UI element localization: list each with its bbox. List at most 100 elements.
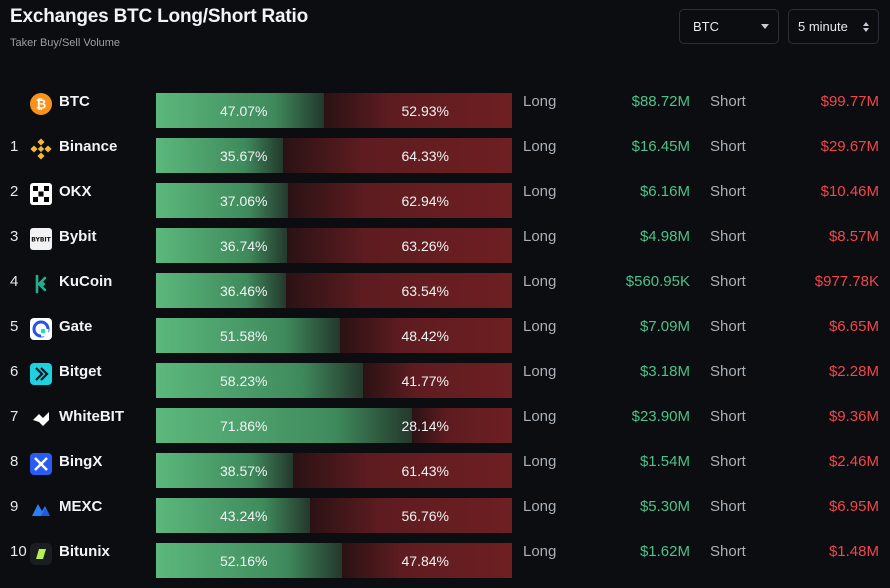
- long-label: Long: [523, 273, 557, 290]
- exchange-name: Binance: [59, 138, 118, 155]
- short-bar: 56.76%: [310, 498, 512, 533]
- short-bar: 48.42%: [340, 318, 512, 353]
- short-volume: $10.46M: [820, 183, 879, 200]
- ratio-bar: 37.06% 62.94%: [156, 183, 512, 218]
- ratio-bar: 36.74% 63.26%: [156, 228, 512, 263]
- gate-icon: [30, 318, 52, 340]
- exchange-row: 4 KuCoin 36.46% 63.54% Long $560.95K Short $977…: [0, 268, 890, 313]
- short-percent: 47.84%: [401, 552, 449, 569]
- bitget-icon: [30, 363, 52, 385]
- long-volume: $1.62M: [639, 543, 690, 560]
- ratio-bar: 38.57% 61.43%: [156, 453, 512, 488]
- mexc-icon: [30, 498, 52, 520]
- symbol-select[interactable]: BTC: [679, 9, 779, 44]
- long-percent: 71.86%: [220, 417, 268, 434]
- long-bar: 43.24%: [156, 498, 310, 533]
- long-bar: 38.57%: [156, 453, 293, 488]
- exchange-name: BingX: [59, 453, 103, 470]
- short-percent: 62.94%: [401, 192, 449, 209]
- short-label: Short: [710, 93, 746, 110]
- symbol-select-value: BTC: [693, 19, 719, 34]
- long-percent: 36.46%: [220, 282, 268, 299]
- short-bar: 28.14%: [402, 408, 512, 443]
- short-percent: 52.93%: [401, 102, 449, 119]
- short-label: Short: [710, 138, 746, 155]
- long-volume: $6.16M: [639, 183, 690, 200]
- short-percent: 61.43%: [401, 462, 449, 479]
- exchange-name: MEXC: [59, 498, 103, 515]
- long-percent: 35.67%: [220, 147, 268, 164]
- short-bar: 41.77%: [363, 363, 512, 398]
- short-label: Short: [710, 273, 746, 290]
- long-percent: 36.74%: [220, 237, 268, 254]
- long-volume: $88.72M: [631, 93, 690, 110]
- btc-icon: ₿: [30, 93, 52, 115]
- short-percent: 28.14%: [401, 417, 449, 434]
- long-volume: $1.54M: [639, 453, 690, 470]
- row-rank: 7: [10, 408, 19, 425]
- row-rank: 9: [10, 498, 19, 515]
- short-label: Short: [710, 543, 746, 560]
- ratio-bar: 58.23% 41.77%: [156, 363, 512, 398]
- exchange-list: ₿ BTC 47.07% 52.93% Long $88.72M Short $99.77M 1…: [0, 88, 890, 583]
- row-rank: 6: [10, 363, 19, 380]
- exchange-name: Gate: [59, 318, 93, 335]
- binance-icon: [30, 138, 52, 160]
- row-rank: 3: [10, 228, 19, 245]
- exchange-row: 9 MEXC 43.24% 56.76% Long $5.30M Short $6.95M: [0, 493, 890, 538]
- short-label: Short: [710, 318, 746, 335]
- row-rank: 5: [10, 318, 19, 335]
- interval-select[interactable]: 5 minute: [788, 9, 879, 44]
- short-label: Short: [710, 408, 746, 425]
- short-volume: $6.95M: [828, 498, 879, 515]
- long-bar: 35.67%: [156, 138, 283, 173]
- exchange-name: Bitget: [59, 363, 102, 380]
- bitunix-icon: [30, 543, 52, 565]
- long-bar: 36.46%: [156, 273, 286, 308]
- ratio-bar: 71.86% 28.14%: [156, 408, 512, 443]
- row-rank: 1: [10, 138, 19, 155]
- exchange-row: 2 OKX 37.06% 62.94% Long $6.16M Short $10.46M: [0, 178, 890, 223]
- long-bar: 47.07%: [156, 93, 324, 128]
- row-rank: 8: [10, 453, 19, 470]
- long-volume: $7.09M: [639, 318, 690, 335]
- exchange-row: 1 Binance 35.67% 64.33% Long $16.45M Short $29.…: [0, 133, 890, 178]
- row-rank: 2: [10, 183, 19, 200]
- exchange-row: 10 Bitunix 52.16% 47.84% Long $1.62M Short $1.4…: [0, 538, 890, 583]
- exchange-row: 7 WhiteBIT 71.86% 28.14% Long $23.90M Short $9.…: [0, 403, 890, 448]
- short-bar: 52.93%: [324, 93, 512, 128]
- bybit-icon: BYBIT: [30, 228, 52, 250]
- long-label: Long: [523, 453, 557, 470]
- exchange-name: Bybit: [59, 228, 97, 245]
- exchange-row: ₿ BTC 47.07% 52.93% Long $88.72M Short $99.77M: [0, 88, 890, 133]
- whitebit-icon: [30, 408, 52, 430]
- chevron-down-icon: [761, 24, 769, 29]
- exchange-row: 8 BingX 38.57% 61.43% Long $1.54M Short $2.46M: [0, 448, 890, 493]
- short-volume: $2.28M: [828, 363, 879, 380]
- short-volume: $977.78K: [814, 273, 879, 290]
- row-rank: 4: [10, 273, 19, 290]
- svg-text:₿: ₿: [36, 98, 47, 113]
- short-percent: 41.77%: [401, 372, 449, 389]
- ratio-bar: 36.46% 63.54%: [156, 273, 512, 308]
- long-label: Long: [523, 183, 557, 200]
- ratio-bar: 51.58% 48.42%: [156, 318, 512, 353]
- long-bar: 58.23%: [156, 363, 363, 398]
- short-bar: 64.33%: [283, 138, 512, 173]
- long-bar: 51.58%: [156, 318, 340, 353]
- long-volume: $23.90M: [631, 408, 690, 425]
- short-label: Short: [710, 183, 746, 200]
- short-bar: 62.94%: [288, 183, 512, 218]
- exchange-name: BTC: [59, 93, 90, 110]
- short-volume: $2.46M: [828, 453, 879, 470]
- long-label: Long: [523, 498, 557, 515]
- short-label: Short: [710, 228, 746, 245]
- short-volume: $6.65M: [828, 318, 879, 335]
- short-bar: 61.43%: [293, 453, 512, 488]
- short-volume: $8.57M: [828, 228, 879, 245]
- long-volume: $560.95K: [625, 273, 690, 290]
- short-volume: $1.48M: [828, 543, 879, 560]
- long-volume: $4.98M: [639, 228, 690, 245]
- long-percent: 37.06%: [220, 192, 268, 209]
- up-down-arrows-icon: [863, 21, 869, 32]
